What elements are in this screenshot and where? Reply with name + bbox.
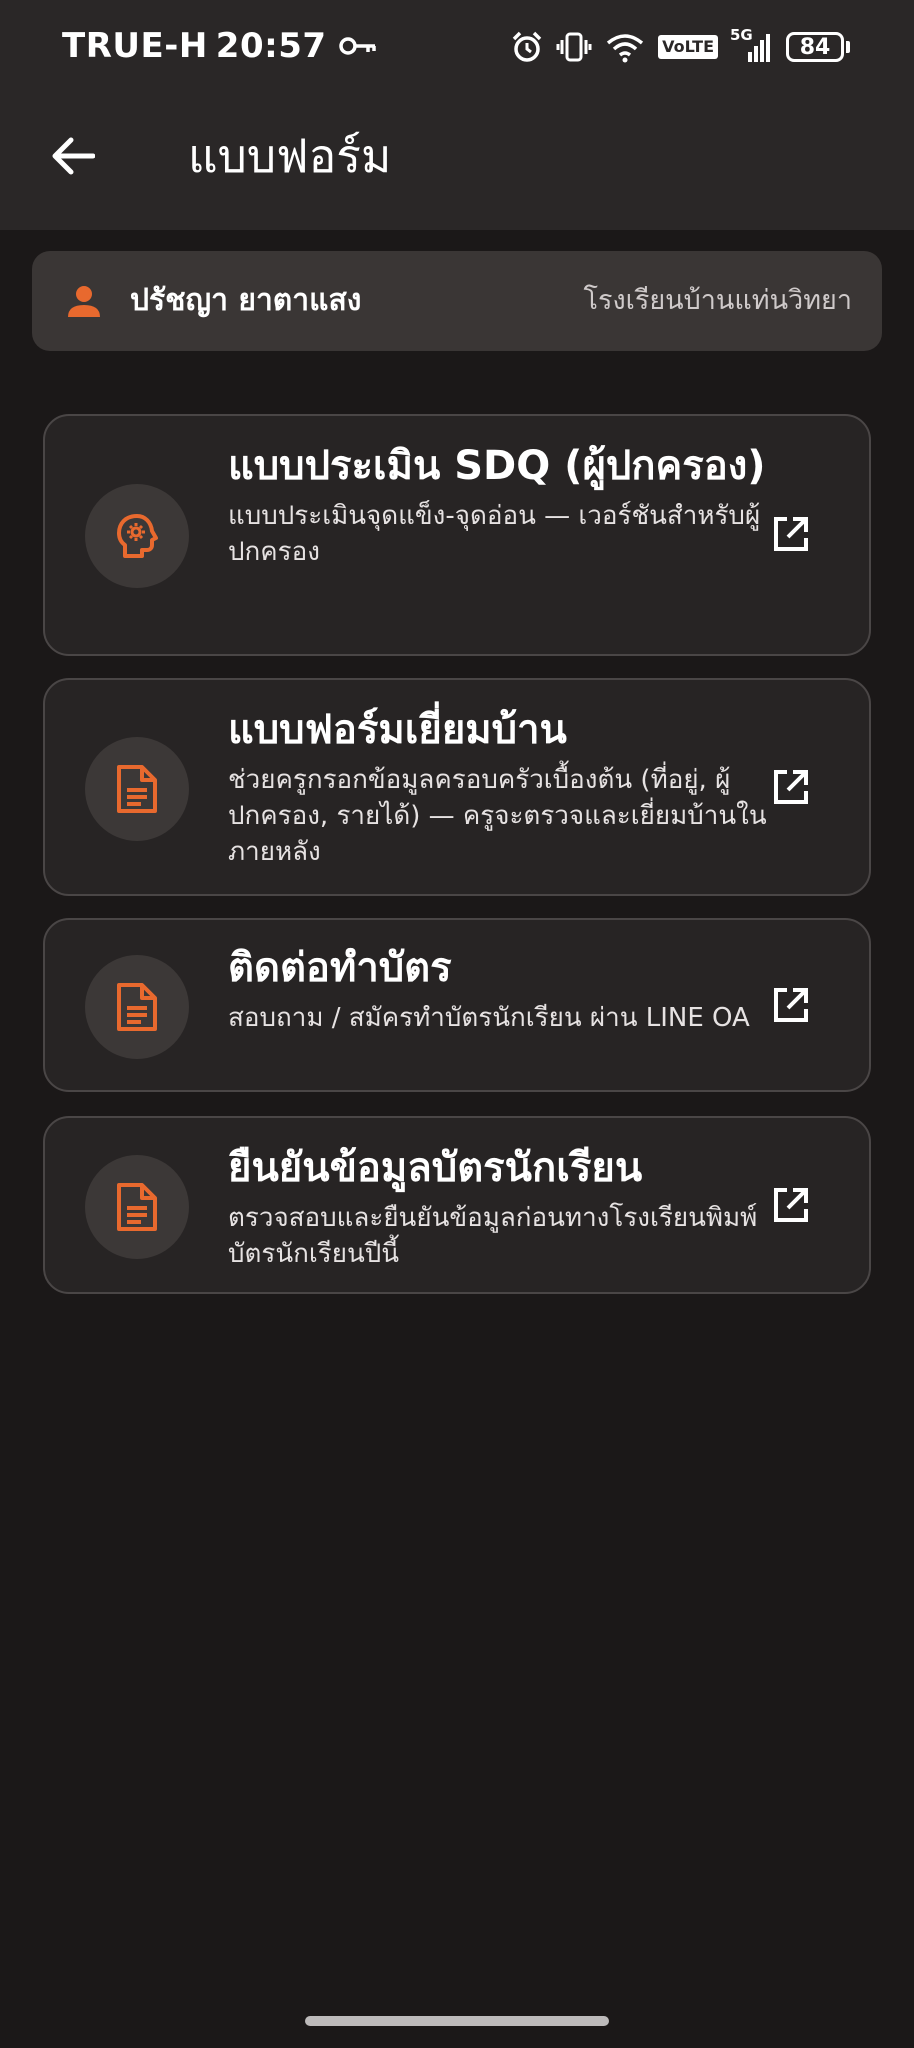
document-icon: [117, 765, 157, 813]
card-title: แบบประเมิน SDQ (ผู้ปกครอง): [228, 443, 766, 489]
card-description: สอบถาม / สมัครทำบัตรนักเรียน ผ่าน LINE O…: [228, 1003, 750, 1033]
vibrate-icon: [556, 30, 592, 64]
home-indicator[interactable]: [305, 2016, 609, 2026]
card-title: ยืนยันข้อมูลบัตรนักเรียน: [228, 1145, 643, 1191]
open-in-new-icon: [774, 988, 808, 1022]
page-title: แบบฟอร์ม: [188, 129, 392, 183]
open-in-new-icon: [774, 770, 808, 804]
form-card-student-card-contact[interactable]: ติดต่อทำบัตร สอบถาม / สมัครทำบัตรนักเรีย…: [43, 918, 871, 1092]
card-text: ยืนยันข้อมูลบัตรนักเรียน ตรวจสอบและยืนยั…: [228, 1140, 768, 1272]
card-description: แบบประเมินจุดแข็ง-จุดอ่อน — เวอร์ชันสำหร…: [228, 501, 761, 567]
signal-icon: 5G: [730, 26, 774, 64]
volte-badge: VoLTE: [658, 35, 718, 59]
icon-circle: [85, 484, 189, 588]
card-description: ช่วยครูกรอกข้อมูลครอบครัวเบื้องต้น (ที่อ…: [228, 765, 767, 867]
school-name: โรงเรียนบ้านแท่นวิทยา: [583, 285, 852, 316]
card-text: ติดต่อทำบัตร สอบถาม / สมัครทำบัตรนักเรีย…: [228, 940, 768, 1036]
app-bar: แบบฟอร์ม: [0, 100, 914, 230]
status-bar: TRUE-H 20:57 VoLTE 5G 84: [0, 0, 914, 100]
card-title: ติดต่อทำบัตร: [228, 945, 452, 991]
person-icon: [66, 283, 102, 323]
card-description: ตรวจสอบและยืนยันข้อมูลก่อนทางโรงเรียนพิม…: [228, 1203, 758, 1269]
alarm-icon: [510, 30, 544, 64]
card-text: แบบประเมิน SDQ (ผู้ปกครอง) แบบประเมินจุด…: [228, 438, 768, 570]
battery-tip: [846, 41, 850, 53]
arrow-back-icon: [52, 137, 95, 175]
user-info-card: ปรัชญา ยาตาแสง โรงเรียนบ้านแท่นวิทยา: [32, 251, 882, 351]
card-text: แบบฟอร์มเยี่ยมบ้าน ช่วยครูกรอกข้อมูลครอบ…: [228, 702, 768, 870]
vpn-key-icon: [338, 35, 379, 57]
status-right: VoLTE 5G 84: [510, 26, 850, 64]
document-icon: [117, 983, 157, 1031]
icon-circle: [85, 1155, 189, 1259]
open-in-new-icon: [774, 517, 808, 551]
psychology-head-icon: [117, 514, 158, 558]
battery-indicator: 84: [786, 32, 850, 62]
card-title: แบบฟอร์มเยี่ยมบ้าน: [228, 707, 567, 753]
wifi-icon: [604, 30, 646, 64]
battery-level: 84: [786, 32, 844, 62]
network-type-label: 5G: [730, 26, 753, 44]
form-card-sdq[interactable]: แบบประเมิน SDQ (ผู้ปกครอง) แบบประเมินจุด…: [43, 414, 871, 656]
icon-circle: [85, 737, 189, 841]
form-card-home-visit[interactable]: แบบฟอร์มเยี่ยมบ้าน ช่วยครูกรอกข้อมูลครอบ…: [43, 678, 871, 896]
user-name: ปรัชญา ยาตาแสง: [130, 283, 362, 318]
clock: 20:57: [215, 26, 327, 66]
document-icon: [117, 1183, 157, 1231]
icon-circle: [85, 955, 189, 1059]
open-in-new-icon: [774, 1188, 808, 1222]
carrier-label: TRUE-H: [62, 26, 208, 66]
status-left: TRUE-H 20:57: [62, 26, 379, 66]
back-button[interactable]: [46, 130, 98, 182]
form-card-student-card-confirm[interactable]: ยืนยันข้อมูลบัตรนักเรียน ตรวจสอบและยืนยั…: [43, 1116, 871, 1294]
